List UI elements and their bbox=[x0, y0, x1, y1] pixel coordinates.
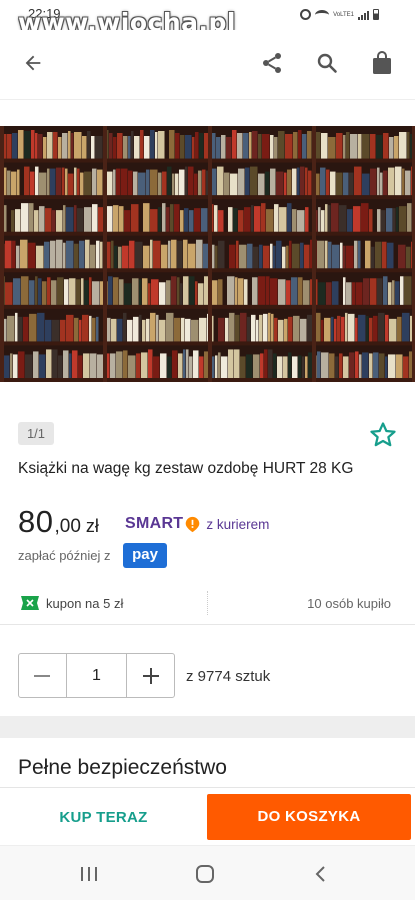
price-main: 80 bbox=[18, 504, 54, 539]
battery-icon bbox=[373, 9, 379, 20]
decrease-button[interactable] bbox=[19, 654, 66, 697]
product-image[interactable] bbox=[0, 126, 415, 382]
chevron-left-icon bbox=[315, 866, 325, 882]
share-icon bbox=[263, 53, 281, 73]
action-bar: KUP TERAZ DO KOSZYKA bbox=[0, 787, 415, 845]
payu-logo[interactable]: pay bbox=[123, 543, 167, 568]
home-icon bbox=[196, 865, 214, 883]
cart-button[interactable] bbox=[366, 47, 398, 79]
system-nav-bar bbox=[0, 845, 415, 900]
back-nav-button[interactable] bbox=[309, 862, 333, 886]
coupon-row: kupon na 5 zł 10 osób kupiło bbox=[0, 588, 415, 622]
signal-icon bbox=[358, 10, 369, 20]
image-counter: 1/1 bbox=[18, 422, 54, 445]
arrow-left-icon bbox=[25, 55, 41, 71]
volte-label: VoLTE1 bbox=[333, 11, 354, 18]
increase-button[interactable] bbox=[127, 654, 174, 697]
divider bbox=[0, 624, 415, 625]
bought-count: 10 osób kupiło bbox=[307, 596, 391, 611]
back-button[interactable] bbox=[17, 47, 49, 79]
wifi-icon bbox=[315, 9, 330, 20]
section-title: Pełne bezpieczeństwo bbox=[18, 756, 227, 779]
stock-count: z 9774 sztuk bbox=[186, 668, 271, 685]
smart-courier: z kurierem bbox=[206, 516, 270, 532]
coupon-divider bbox=[207, 591, 208, 615]
quantity-input[interactable]: 1 bbox=[65, 654, 128, 697]
buy-now-button[interactable]: KUP TERAZ bbox=[0, 796, 207, 840]
star-icon bbox=[370, 422, 396, 447]
quantity-stepper: 1 bbox=[18, 653, 175, 698]
favorite-button[interactable] bbox=[368, 420, 398, 450]
coupon-icon bbox=[21, 596, 39, 610]
price-decimal: ,00 bbox=[54, 516, 81, 537]
status-icons: VoLTE1 bbox=[300, 9, 379, 20]
plus-icon bbox=[142, 667, 159, 684]
bookshelf-image bbox=[0, 126, 415, 382]
smart-pin-icon bbox=[186, 516, 200, 532]
app-bar bbox=[0, 30, 415, 100]
search-button[interactable] bbox=[311, 47, 343, 79]
home-button[interactable] bbox=[193, 862, 217, 886]
smart-badge[interactable]: SMART z kurierem bbox=[125, 515, 269, 533]
minus-icon bbox=[34, 674, 51, 677]
recent-apps-icon bbox=[81, 867, 97, 881]
shopping-bag-icon bbox=[373, 51, 391, 74]
price: 80,00 zł bbox=[18, 504, 99, 540]
coupon-text[interactable]: kupon na 5 zł bbox=[46, 596, 123, 611]
add-to-cart-button[interactable]: DO KOSZYKA bbox=[207, 794, 411, 840]
share-button[interactable] bbox=[256, 47, 288, 79]
price-currency: zł bbox=[85, 516, 99, 536]
smart-label: SMART bbox=[125, 515, 184, 532]
search-icon bbox=[317, 53, 337, 73]
section-separator bbox=[0, 716, 415, 738]
product-title: Książki na wagę kg zestaw ozdobę HURT 28… bbox=[18, 460, 354, 477]
recent-apps-button[interactable] bbox=[77, 862, 101, 886]
alarm-icon bbox=[300, 9, 312, 20]
pay-later-text: zapłać później z bbox=[18, 548, 111, 563]
